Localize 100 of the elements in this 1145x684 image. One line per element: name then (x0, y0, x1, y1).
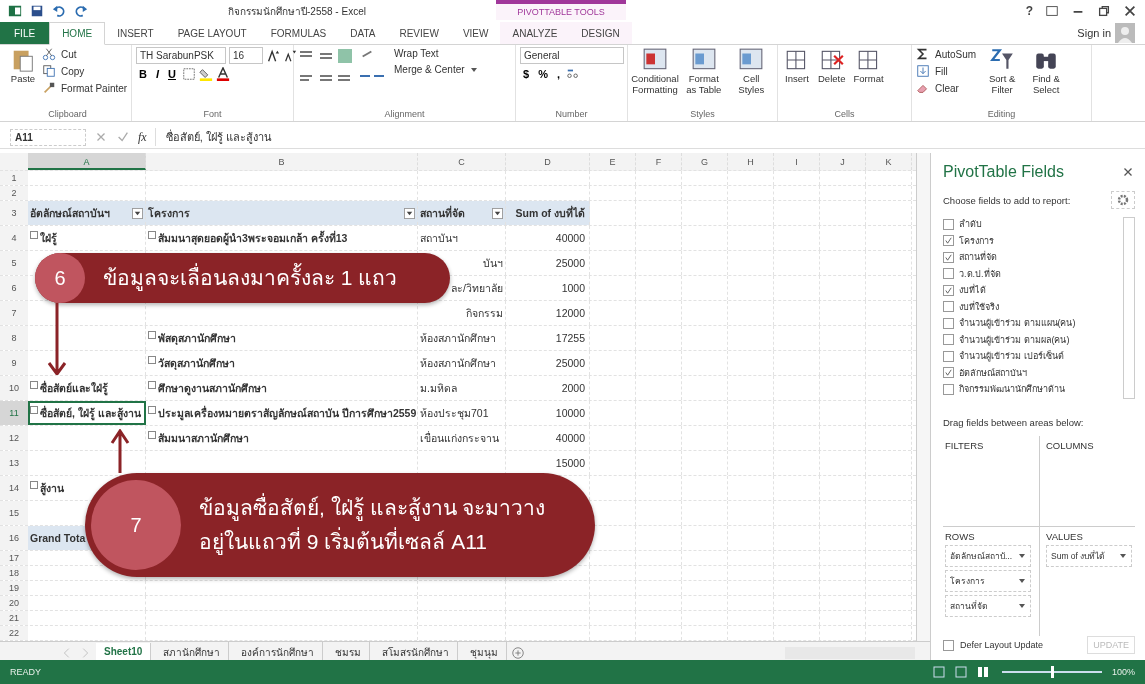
field-label[interactable]: โครงการ (959, 233, 994, 248)
font-style-button[interactable]: B (136, 68, 150, 80)
row-header[interactable]: 5 (0, 251, 28, 275)
close-icon[interactable] (1123, 4, 1137, 18)
caret-icon[interactable] (469, 65, 478, 74)
column-header[interactable]: F (636, 153, 682, 170)
collapse-button[interactable] (30, 231, 38, 239)
row-header[interactable]: 15 (0, 501, 28, 525)
row-header[interactable]: 19 (0, 581, 28, 595)
collapse-button[interactable] (148, 381, 156, 389)
collapse-button[interactable] (30, 381, 38, 389)
caret-icon[interactable] (1018, 602, 1026, 610)
autosum-button[interactable]: AutoSum (933, 47, 979, 61)
column-header[interactable]: G (682, 153, 728, 170)
field-checkbox[interactable] (943, 251, 954, 263)
ribbon-tab[interactable]: VIEW (450, 22, 501, 44)
row-header[interactable]: 3 (0, 201, 28, 225)
name-box[interactable]: A11 (10, 128, 86, 146)
row-header[interactable]: 21 (0, 611, 28, 625)
styles-button[interactable]: Cell Styles (729, 47, 773, 95)
collapse-button[interactable] (148, 406, 156, 414)
row-header[interactable]: 8 (0, 326, 28, 350)
ribbon-tab[interactable]: HOME (49, 22, 106, 45)
caret-icon[interactable] (1018, 552, 1026, 560)
fill-color-icon[interactable] (198, 67, 213, 81)
collapse-button[interactable] (30, 481, 38, 489)
grow-font-icon[interactable] (266, 48, 280, 63)
row-header[interactable]: 4 (0, 226, 28, 250)
row-header[interactable]: 18 (0, 566, 28, 580)
collapse-button[interactable] (148, 331, 156, 339)
insert-function-button[interactable]: fx (138, 129, 147, 145)
filter-button[interactable] (132, 207, 143, 219)
wrap-text-button[interactable]: Wrap Text (392, 47, 478, 60)
field-label[interactable]: งบที่ได้ (959, 283, 986, 298)
row-header[interactable]: 16 (0, 526, 28, 550)
collapse-button[interactable] (148, 431, 156, 439)
font-style-button[interactable]: I (152, 68, 162, 80)
field-checkbox[interactable] (943, 317, 954, 329)
ribbon-tab[interactable]: PAGE LAYOUT (165, 22, 259, 44)
cells-button[interactable]: Insert (782, 47, 812, 84)
settings-icon[interactable] (1111, 191, 1135, 209)
field-checkbox[interactable] (943, 268, 954, 280)
format-painter-button[interactable]: Format Painter (59, 81, 130, 95)
field-label[interactable]: จำนวนผู้เข้าร่วม ตามผล(คน) (959, 332, 1070, 347)
column-header[interactable]: D (506, 153, 590, 170)
list-scrollbar[interactable] (1123, 217, 1135, 399)
field-label[interactable]: อัตลักษณ์สถาบันฯ (959, 365, 1027, 380)
field-label[interactable]: จำนวนผู้เข้าร่วม ตามแผน(คน) (959, 316, 1076, 331)
ribbon-tab[interactable]: ANALYZE (500, 22, 570, 44)
row-header[interactable]: 6 (0, 276, 28, 300)
row-header[interactable]: 2 (0, 186, 28, 200)
field-checkbox[interactable] (943, 235, 954, 247)
font-size-dropdown[interactable]: 16 (229, 47, 263, 64)
row-header[interactable]: 22 (0, 626, 28, 640)
ribbon-tab[interactable]: INSERT (105, 22, 166, 44)
zoom-slider-thumb[interactable] (1050, 666, 1054, 678)
caret-icon[interactable] (1018, 577, 1026, 585)
add-sheet-icon[interactable] (511, 645, 526, 660)
redo-icon[interactable] (74, 4, 88, 18)
paste-button[interactable]: Paste (8, 47, 38, 84)
row-header[interactable]: 7 (0, 301, 28, 325)
row-header[interactable]: 20 (0, 596, 28, 610)
number-format-button[interactable]: , (553, 68, 563, 80)
column-header[interactable]: B (146, 153, 418, 170)
merge-center-button[interactable]: Merge & Center (392, 63, 467, 76)
enter-icon[interactable] (116, 130, 130, 144)
undo-icon[interactable] (52, 4, 66, 18)
row-header[interactable]: 11 (0, 401, 28, 425)
help-button[interactable]: ? (1025, 4, 1033, 18)
field-checkbox[interactable] (943, 218, 954, 230)
cells-button[interactable]: Delete (816, 47, 848, 84)
shrink-font-icon[interactable] (283, 48, 297, 63)
collapse-button[interactable] (148, 356, 156, 364)
column-header[interactable]: I (774, 153, 820, 170)
filter-button[interactable] (404, 207, 415, 219)
field-label[interactable]: งบที่ใช้จริง (959, 299, 999, 314)
ribbon-tab[interactable]: FILE (0, 22, 50, 44)
styles-button[interactable]: Format as Table (682, 47, 726, 95)
field-checkbox[interactable] (943, 301, 954, 313)
font-color-icon[interactable] (215, 67, 230, 81)
collapse-button[interactable] (148, 231, 156, 239)
field-label[interactable]: กิจกรรมพัฒนานักศึกษาด้าน (959, 382, 1065, 397)
field-checkbox[interactable] (943, 350, 954, 362)
row-header[interactable]: 9 (0, 351, 28, 375)
field-checkbox[interactable] (943, 367, 954, 379)
clear-button[interactable]: Clear (933, 81, 961, 95)
cells-button[interactable]: Format (851, 47, 886, 84)
vertical-scrollbar[interactable] (916, 153, 930, 641)
field-label[interactable]: ว.ด.ป.ที่จัด (959, 266, 1001, 281)
number-format-dropdown[interactable]: General (520, 47, 624, 64)
find-select-button[interactable]: Find & Select (1026, 47, 1067, 95)
row-header[interactable]: 10 (0, 376, 28, 400)
ribbon-tab[interactable]: DESIGN (569, 22, 632, 44)
caret-icon[interactable] (1119, 552, 1127, 560)
column-header[interactable]: H (728, 153, 774, 170)
zoom-level[interactable]: 100% (1111, 667, 1135, 677)
row-header[interactable]: 12 (0, 426, 28, 450)
sort-filter-button[interactable]: Sort & Filter (982, 47, 1023, 95)
field-label[interactable]: สถานที่จัด (959, 250, 997, 265)
borders-icon[interactable] (181, 67, 196, 81)
